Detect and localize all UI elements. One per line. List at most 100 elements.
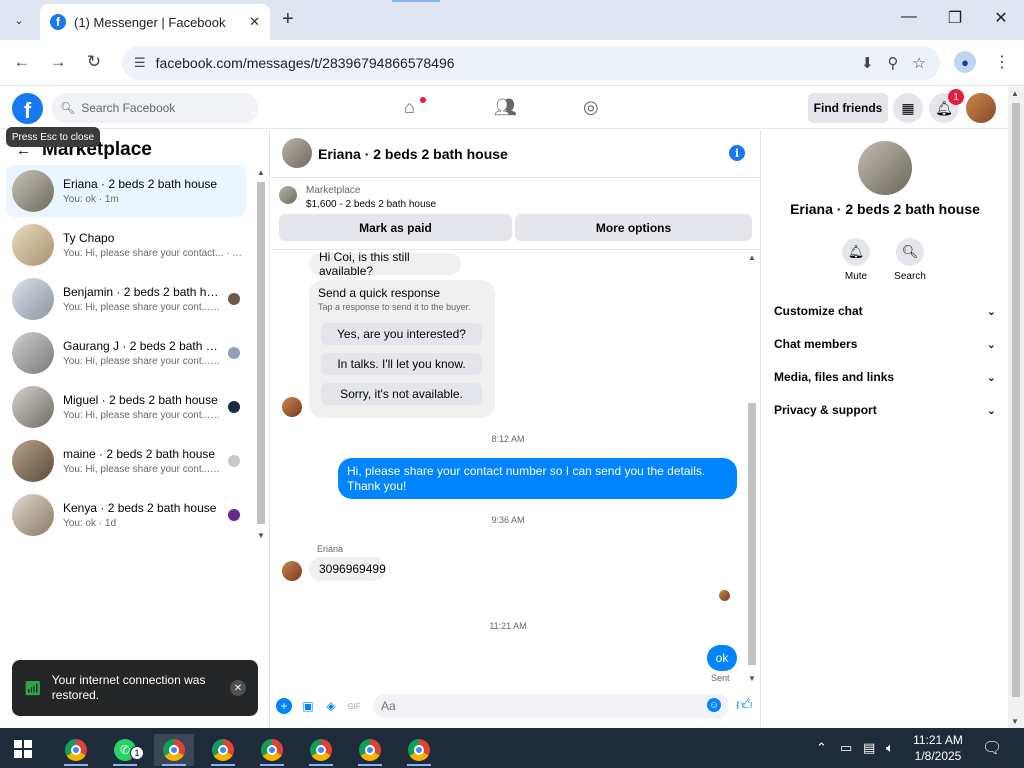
search-icon[interactable]: 🔍︎ (896, 238, 924, 266)
seen-avatar (228, 401, 240, 413)
chevron-down-icon: ⌄ (986, 338, 996, 351)
zoom-icon[interactable]: ⚲ (888, 54, 899, 72)
scroll-up-icon[interactable]: ▲ (748, 253, 756, 262)
quick-option-sorry[interactable]: Sorry, it's not available. (321, 383, 482, 405)
quick-option-in-talks[interactable]: In talks. I'll let you know. (321, 353, 482, 375)
browser-menu-icon[interactable]: ⋮ (994, 52, 1010, 72)
conversation-item[interactable]: Ty Chapo You: Hi, please share your cont… (6, 219, 246, 271)
taskbar-chrome-icon[interactable] (203, 734, 243, 766)
chat-scrollbar[interactable]: ▲ ▼ (745, 253, 759, 683)
bookmark-star-icon[interactable]: ☆ (913, 54, 926, 72)
mute-action[interactable]: 🔔︎ Mute (826, 238, 886, 282)
quick-option-yes[interactable]: Yes, are you interested? (321, 323, 482, 345)
home-icon[interactable]: ⌂ (404, 97, 415, 118)
section-customize-chat[interactable]: Customize chat ⌄ (774, 300, 996, 322)
conversation-preview: You: Hi, please share your cont... · 3h (63, 302, 222, 313)
conversation-preview: You: Hi, please share your cont... · 3h (63, 464, 222, 475)
read-receipt-avatar (719, 590, 730, 601)
groups-icon[interactable]: ◎ (583, 97, 599, 118)
section-media-files-links[interactable]: Media, files and links ⌄ (774, 366, 996, 388)
conversation-item[interactable]: Benjamin · 2 beds 2 bath ho... You: Hi, … (6, 273, 246, 325)
taskbar-chrome-icon[interactable] (399, 734, 439, 766)
message-input[interactable] (373, 694, 729, 718)
chat-info-avatar[interactable] (858, 141, 912, 195)
tab-close-icon[interactable]: ✕ (249, 14, 260, 30)
conversation-item[interactable]: Miguel · 2 beds 2 bath house You: Hi, pl… (6, 381, 246, 433)
conversation-item[interactable]: Kenya · 2 beds 2 bath house You: ok · 1d (6, 489, 246, 541)
conversation-item[interactable]: Eriana · 2 beds 2 bath house You: ok · 1… (6, 165, 246, 217)
conversation-item[interactable]: maine · 2 beds 2 bath house You: Hi, ple… (6, 435, 246, 487)
find-friends-button[interactable]: Find friends (808, 93, 888, 123)
reload-icon[interactable]: ↻ (82, 52, 106, 72)
scroll-up-icon[interactable]: ▲ (1011, 89, 1019, 98)
conversation-avatar (12, 170, 54, 212)
bell-icon[interactable]: 🔔︎ (842, 238, 870, 266)
page-scrollbar[interactable]: ▲ ▼ (1008, 87, 1024, 728)
taskbar-chrome-icon[interactable] (252, 734, 292, 766)
facebook-logo-icon[interactable]: f (12, 93, 43, 124)
sender-avatar[interactable] (282, 561, 302, 581)
taskbar-chrome-icon[interactable] (56, 734, 96, 766)
install-app-icon[interactable]: ⬇ (861, 54, 874, 72)
conversation-avatar (12, 278, 54, 320)
section-chat-members[interactable]: Chat members ⌄ (774, 333, 996, 355)
facebook-search-box[interactable]: 🔍︎ Search Facebook (52, 93, 258, 123)
section-privacy-support[interactable]: Privacy & support ⌄ (774, 399, 996, 421)
taskbar-chrome-icon[interactable] (350, 734, 390, 766)
photo-icon[interactable]: ▣ (300, 698, 316, 714)
tray-chevron-up-icon[interactable]: ⌃ (816, 740, 827, 756)
mute-label: Mute (844, 271, 868, 282)
chat-avatar[interactable] (282, 138, 312, 168)
browser-tab-messenger[interactable]: f (1) Messenger | Facebook ✕ (40, 4, 270, 40)
notification-center-icon[interactable]: 🗨︎ (982, 738, 1002, 758)
like-thumb-icon[interactable]: 👍︎ (736, 696, 753, 715)
scroll-up-icon[interactable]: ▲ (257, 168, 265, 177)
tab-search-icon[interactable]: ⌄ (8, 9, 30, 31)
plus-icon[interactable]: + (276, 698, 292, 714)
menu-grid-icon[interactable]: ▦ (893, 93, 923, 123)
conversation-name: Ty Chapo (63, 231, 115, 245)
window-close-icon[interactable]: ✕ (978, 8, 1024, 28)
site-settings-icon[interactable]: ☰ (134, 55, 146, 71)
info-icon[interactable]: i (729, 145, 745, 161)
restore-icon[interactable]: ❐ (932, 8, 978, 28)
address-bar[interactable]: ☰ facebook.com/messages/t/28396794866578… (122, 46, 940, 80)
gif-icon[interactable]: GIF (346, 698, 362, 714)
tray-meet-icon[interactable]: ▭ (840, 740, 852, 756)
conversation-item[interactable]: Gaurang J · 2 beds 2 bath ho... You: Hi,… (6, 327, 246, 379)
emoji-icon[interactable]: ☺ (707, 698, 721, 712)
friends-icon[interactable]: 👥︎ (494, 97, 517, 118)
toast-close-icon[interactable]: ✕ (230, 680, 246, 696)
taskbar-clock[interactable]: 11:21 AM 1/8/2025 (908, 732, 968, 764)
conversation-name: Gaurang J · 2 beds 2 bath ho... (63, 339, 222, 353)
taskbar-chrome-icon[interactable] (154, 734, 194, 766)
browser-tab-bar: ⌄ f (1) Messenger | Facebook ✕ + — ❐ ✕ (0, 0, 1024, 40)
chat-scroll-thumb[interactable] (748, 403, 756, 665)
tray-network-icon[interactable]: ▤ (863, 740, 875, 756)
outgoing-message: Hi, please share your contact number so … (338, 458, 737, 499)
scroll-down-icon[interactable]: ▼ (257, 531, 265, 540)
scroll-down-icon[interactable]: ▼ (748, 674, 756, 683)
page-scroll-thumb[interactable] (1012, 103, 1020, 697)
account-avatar[interactable] (966, 93, 996, 123)
sender-avatar[interactable] (282, 397, 302, 417)
search-action[interactable]: 🔍︎ Search (880, 238, 940, 282)
scroll-down-icon[interactable]: ▼ (1011, 717, 1019, 726)
browser-profile-icon[interactable]: ● (954, 51, 976, 73)
back-icon[interactable]: ← (10, 52, 34, 72)
more-options-button[interactable]: More options (515, 214, 752, 241)
sticker-icon[interactable]: ◈ (323, 698, 339, 714)
listing-thumbnail (279, 186, 297, 204)
minimize-icon[interactable]: — (886, 8, 932, 26)
taskbar-chrome-icon[interactable] (301, 734, 341, 766)
windows-start-icon[interactable] (14, 740, 32, 758)
forward-icon[interactable]: → (46, 52, 70, 72)
new-tab-button[interactable]: + (282, 8, 294, 31)
tray-volume-icon[interactable]: 🔈︎ (886, 740, 894, 756)
list-scroll-thumb[interactable] (257, 182, 265, 524)
mark-as-paid-button[interactable]: Mark as paid (279, 214, 512, 241)
chat-header: Eriana · 2 beds 2 bath house i (271, 130, 761, 178)
listing-title[interactable]: $1,600 - 2 beds 2 bath house (306, 199, 436, 210)
chat-title[interactable]: Eriana · 2 beds 2 bath house (318, 146, 508, 162)
conversation-list-scrollbar[interactable]: ▲ ▼ (254, 168, 268, 540)
